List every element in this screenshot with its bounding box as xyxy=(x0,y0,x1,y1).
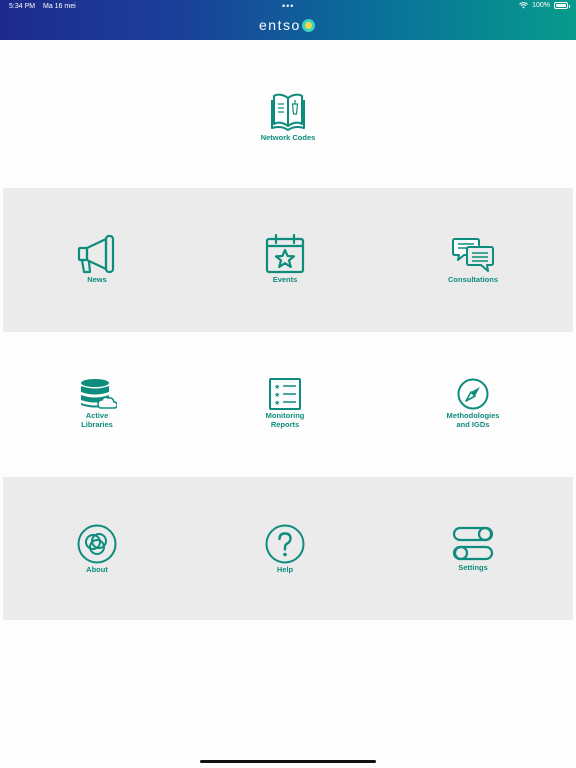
compass-icon xyxy=(457,378,489,410)
tile-label: News xyxy=(87,275,107,284)
home-indicator[interactable] xyxy=(200,760,376,763)
circles-logo-icon xyxy=(77,524,117,564)
tile-monitoring-reports[interactable]: ★ ★ ★ Monitoring Reports xyxy=(225,378,345,429)
tile-about[interactable]: About xyxy=(37,524,157,574)
tile-events[interactable]: Events xyxy=(225,234,345,284)
tile-help[interactable]: Help xyxy=(225,524,345,574)
app-header: 5:34 PM Ma 16 mei ••• 100% entso xyxy=(0,0,576,40)
tile-label: Settings xyxy=(458,563,488,572)
logo-mark xyxy=(301,18,315,32)
tile-label: Monitoring Reports xyxy=(265,411,305,429)
tile-label: Events xyxy=(272,275,298,284)
status-time: 5:34 PM xyxy=(9,3,36,10)
tile-methodologies[interactable]: Methodologies and IGDs xyxy=(413,378,533,429)
tile-label: About xyxy=(86,565,108,574)
svg-text:★: ★ xyxy=(274,391,280,399)
tile-label: Methodologies and IGDs xyxy=(446,411,500,429)
svg-text:★: ★ xyxy=(274,383,280,391)
tile-label: Network Codes xyxy=(260,133,316,142)
tile-active-libraries[interactable]: Active Libraries xyxy=(37,378,157,429)
tile-consultations[interactable]: Consultations xyxy=(413,236,533,284)
battery-icon xyxy=(554,2,570,9)
checklist-icon: ★ ★ ★ xyxy=(269,378,301,410)
wifi-icon xyxy=(519,2,528,9)
tile-label: Help xyxy=(276,565,294,574)
status-date: Ma 16 mei xyxy=(43,3,76,10)
book-icon xyxy=(271,93,305,131)
battery-percent: 100% xyxy=(532,2,550,9)
tile-label: Active Libraries xyxy=(81,411,113,429)
database-cloud-icon xyxy=(81,379,117,409)
svg-text:★: ★ xyxy=(274,399,280,407)
tile-news[interactable]: News xyxy=(37,234,157,284)
logo-text: entso xyxy=(259,17,301,33)
calendar-star-icon xyxy=(265,234,305,274)
multitasking-dots[interactable]: ••• xyxy=(282,1,294,11)
chat-bubbles-icon xyxy=(452,238,494,272)
status-right: 100% xyxy=(519,2,570,9)
toggles-icon xyxy=(452,526,494,561)
megaphone-icon xyxy=(77,234,115,274)
question-circle-icon xyxy=(265,524,305,564)
tile-label: Consultations xyxy=(448,275,498,284)
entsoe-logo: entso xyxy=(259,17,315,33)
tile-settings[interactable]: Settings xyxy=(413,526,533,572)
tile-network-codes[interactable]: Network Codes xyxy=(228,90,348,142)
